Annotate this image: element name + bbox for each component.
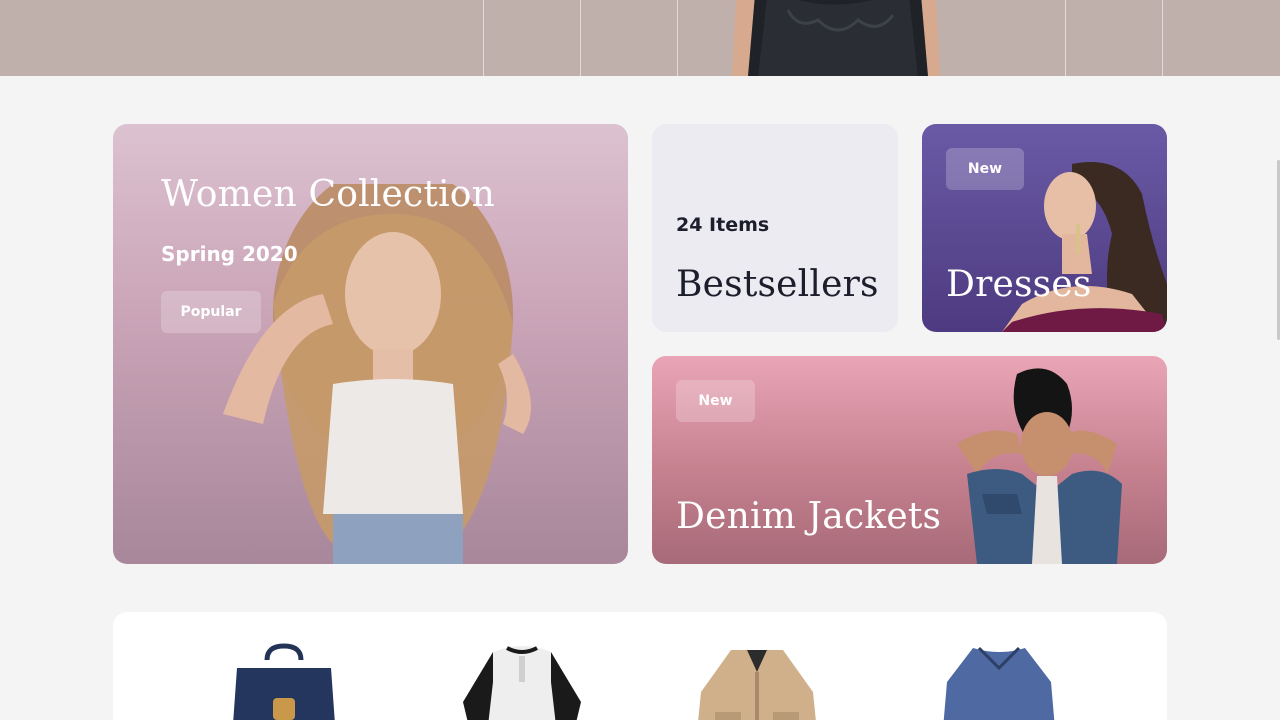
products-list xyxy=(113,612,1167,720)
women-collection-title: Women Collection xyxy=(161,174,496,215)
denim-model-image xyxy=(957,368,1122,564)
hero-model-image xyxy=(732,0,940,76)
hero-divider xyxy=(677,0,678,76)
popular-badge[interactable]: Popular xyxy=(161,291,261,333)
hero-divider xyxy=(483,0,484,76)
bestsellers-count: 24 Items xyxy=(676,214,770,236)
dresses-title: Dresses xyxy=(946,264,1092,305)
product-backpack[interactable] xyxy=(225,642,343,720)
bestsellers-card[interactable]: 24 Items Bestsellers xyxy=(652,124,898,332)
denim-new-badge[interactable]: New xyxy=(676,380,755,422)
hero-divider xyxy=(580,0,581,76)
hero-divider xyxy=(1162,0,1163,76)
dresses-new-badge[interactable]: New xyxy=(946,148,1024,190)
product-sweater[interactable] xyxy=(939,642,1059,720)
women-collection-card[interactable]: Women Collection Spring 2020 Popular xyxy=(113,124,628,564)
bestsellers-title: Bestsellers xyxy=(676,264,879,305)
women-collection-subtitle: Spring 2020 xyxy=(161,242,298,266)
raglan-shirt-icon xyxy=(463,646,581,720)
dresses-card[interactable]: New Dresses xyxy=(922,124,1167,332)
product-raglan-shirt[interactable] xyxy=(463,642,581,720)
denim-jackets-card[interactable]: New Denim Jackets xyxy=(652,356,1167,564)
jacket-icon xyxy=(698,650,816,720)
women-model-image xyxy=(223,184,531,564)
hero-divider xyxy=(1065,0,1066,76)
sweater-icon xyxy=(943,646,1055,720)
backpack-icon xyxy=(233,643,335,720)
product-jacket[interactable] xyxy=(695,642,819,720)
hero-banner xyxy=(0,0,1280,76)
denim-jackets-title: Denim Jackets xyxy=(676,496,942,537)
